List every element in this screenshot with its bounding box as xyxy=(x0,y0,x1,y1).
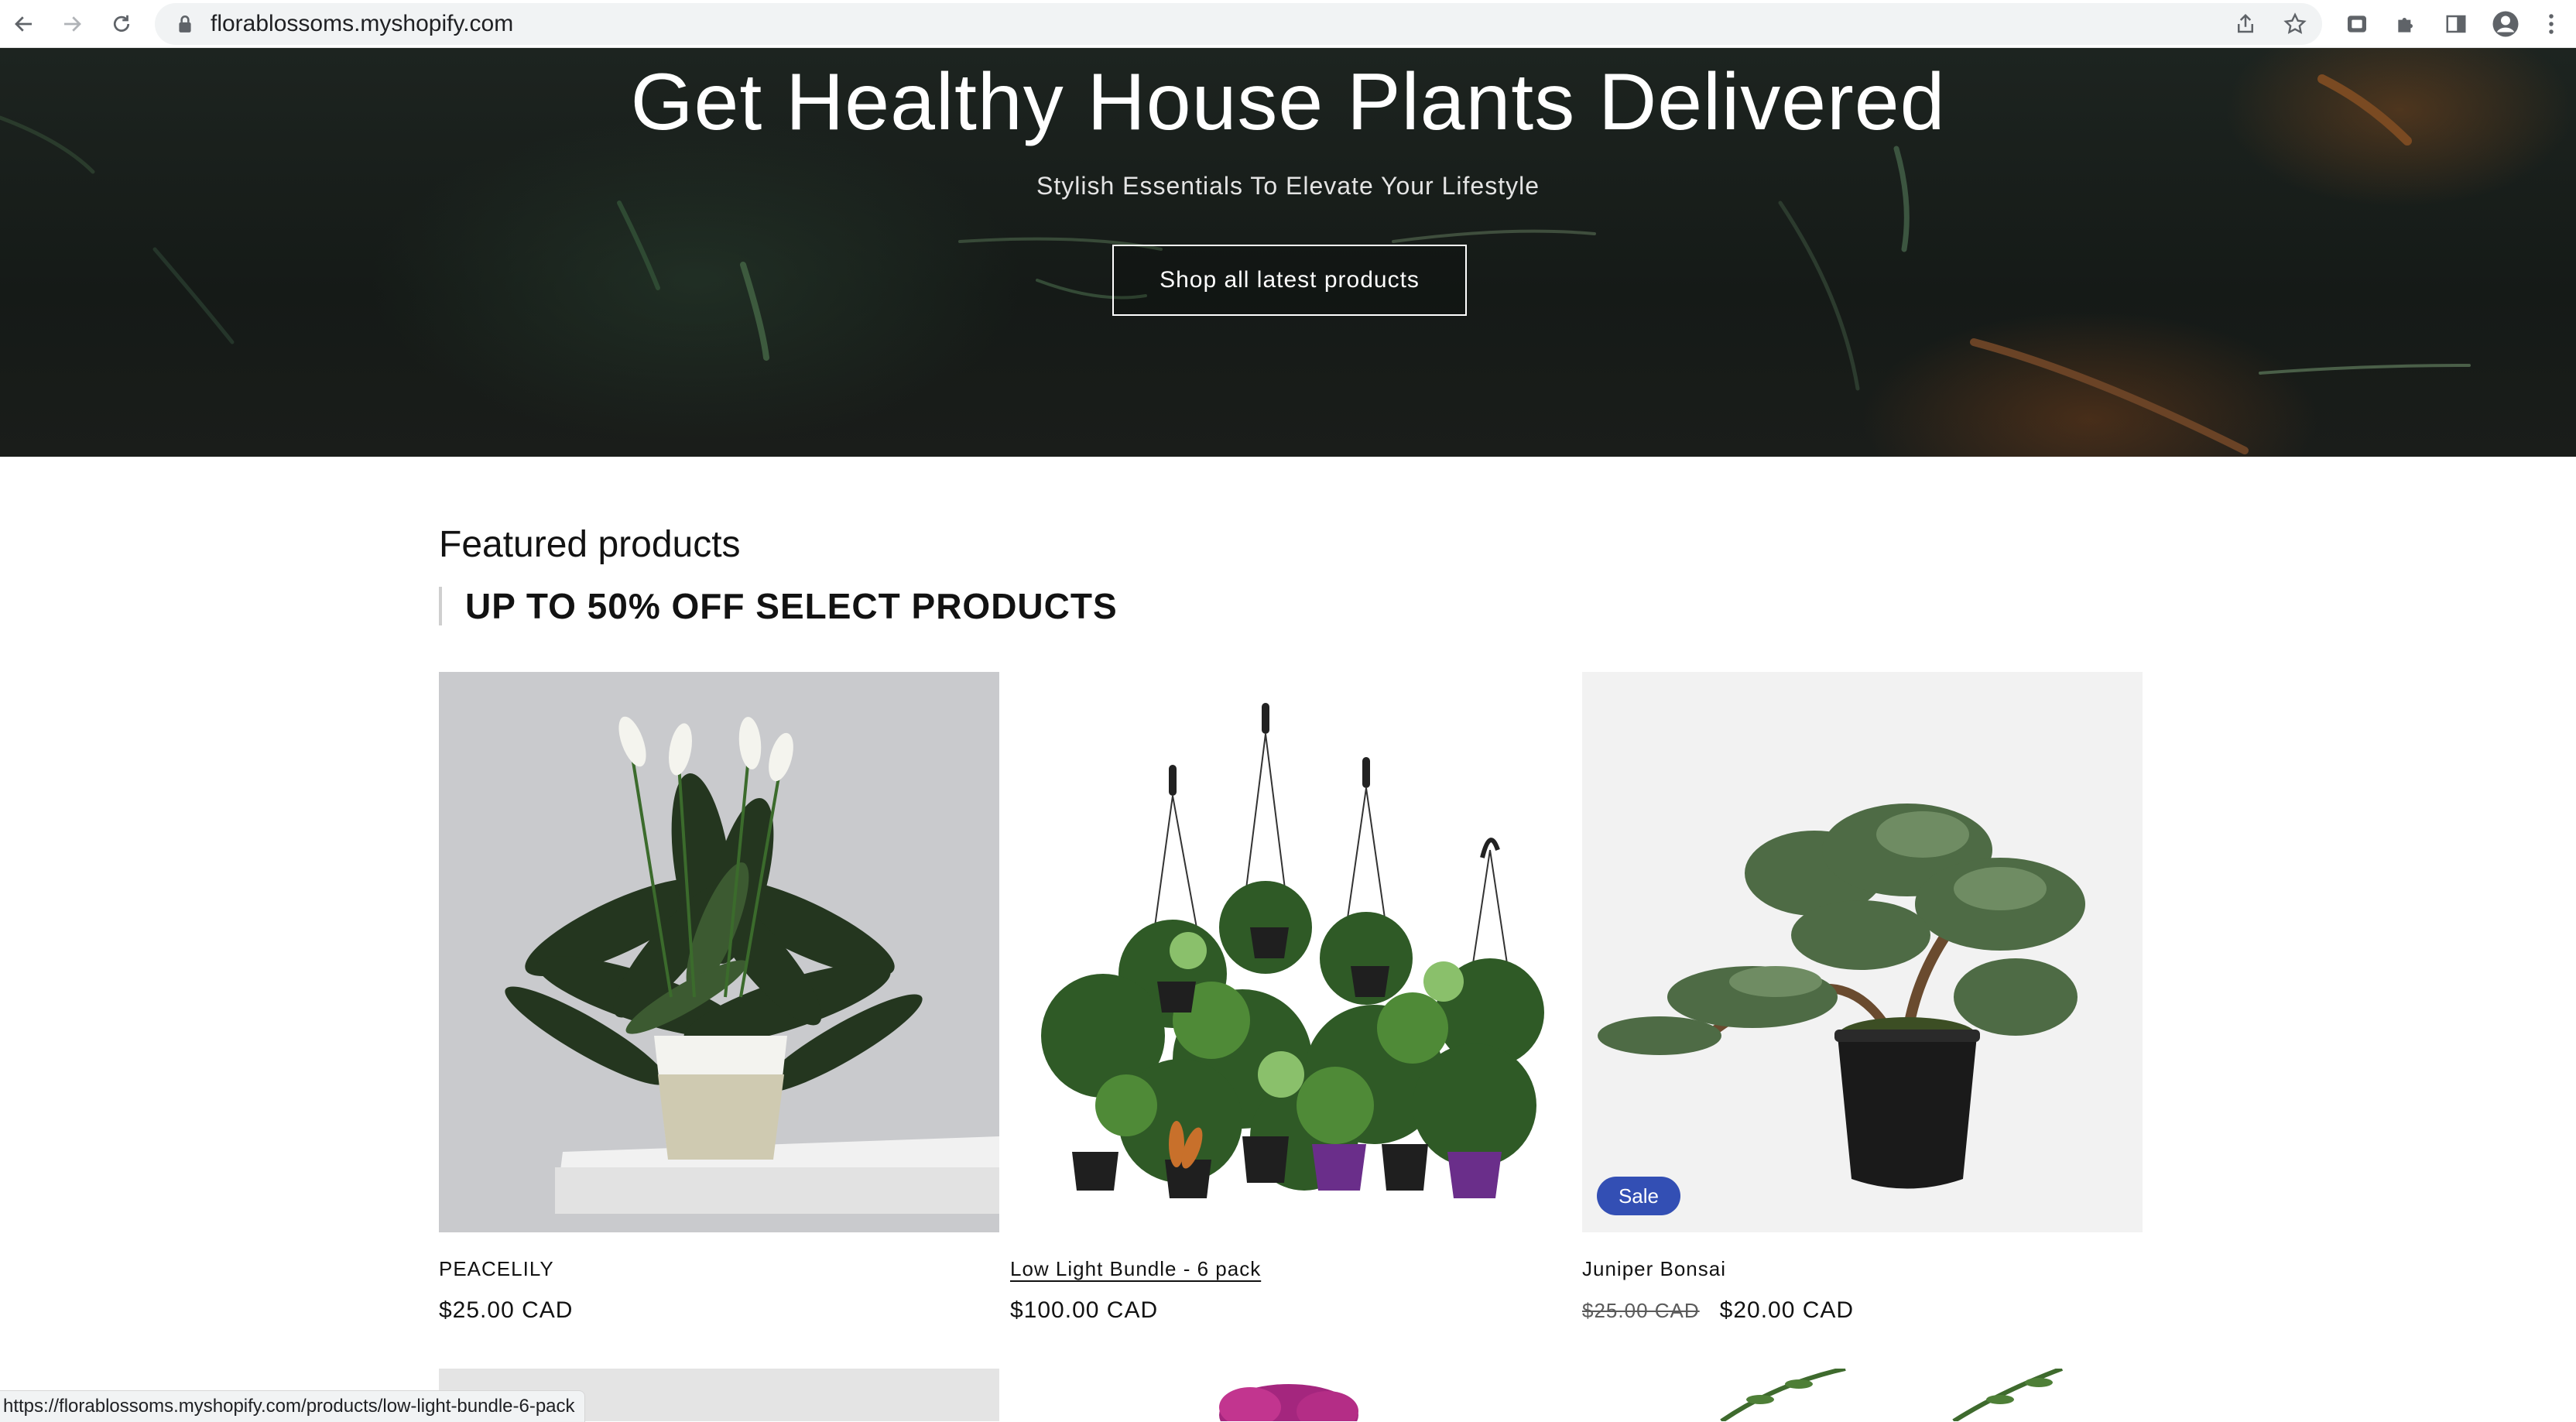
product-price-low-light-bundle: $100.00 CAD xyxy=(1010,1297,1159,1323)
browser-toolbar: florablossoms.myshopify.com xyxy=(0,0,2576,48)
forward-arrow-icon xyxy=(64,16,81,32)
product-image-row2-3[interactable] xyxy=(1582,1369,2143,1421)
star-icon xyxy=(2283,12,2307,34)
back-arrow-icon xyxy=(15,16,32,32)
featured-heading: Featured products xyxy=(439,524,741,565)
forward-button[interactable] xyxy=(53,5,91,43)
orchid-photo xyxy=(1219,1384,1358,1421)
sale-badge: Sale xyxy=(1597,1177,1680,1215)
back-button[interactable] xyxy=(5,5,43,43)
bookmark-button[interactable] xyxy=(2276,5,2314,43)
hero-subtitle: Stylish Essentials To Elevate Your Lifes… xyxy=(1036,172,1540,200)
url-text[interactable]: florablossoms.myshopify.com xyxy=(211,11,513,37)
extension-app-icon xyxy=(2348,15,2366,33)
lock-icon xyxy=(179,15,191,33)
puzzle-icon xyxy=(2398,18,2413,33)
product-price-juniper-bonsai: $25.00 CAD $20.00 CAD xyxy=(1582,1297,1854,1324)
browser-menu-button[interactable] xyxy=(2536,5,2567,43)
product-image-low-light-bundle[interactable] xyxy=(1010,672,1571,1232)
plant-bundle-photo xyxy=(1010,672,1571,1232)
hero-title: Get Healthy House Plants Delivered xyxy=(630,57,1946,147)
original-price: $25.00 CAD xyxy=(1582,1299,1700,1322)
product-price-peacelily: $25.00 CAD xyxy=(439,1297,574,1323)
promo-banner: UP TO 50% OFF SELECT PRODUCTS xyxy=(439,587,1118,625)
product-name-low-light-bundle[interactable]: Low Light Bundle - 6 pack xyxy=(1010,1257,1261,1281)
fern-photo xyxy=(1720,1369,2064,1421)
product-image-row2-2[interactable] xyxy=(1010,1369,1571,1421)
reload-button[interactable] xyxy=(102,5,141,43)
more-vertical-icon xyxy=(2549,14,2554,34)
side-panel-icon xyxy=(2446,15,2466,33)
share-icon xyxy=(2238,13,2253,33)
link-status-bubble: https://florablossoms.myshopify.com/prod… xyxy=(0,1390,585,1422)
address-bar[interactable]: florablossoms.myshopify.com xyxy=(155,3,2322,45)
reload-icon xyxy=(113,15,130,32)
product-name-juniper-bonsai[interactable]: Juniper Bonsai xyxy=(1582,1257,1726,1281)
sale-price: $20.00 CAD xyxy=(1719,1297,1855,1323)
profile-button[interactable] xyxy=(2486,5,2525,43)
share-button[interactable] xyxy=(2226,5,2265,43)
product-image-peacelily[interactable] xyxy=(439,672,999,1232)
juniper-bonsai-photo xyxy=(1582,672,2143,1232)
side-panel-button[interactable] xyxy=(2437,5,2475,43)
product-image-juniper-bonsai[interactable] xyxy=(1582,672,2143,1232)
extensions-button[interactable] xyxy=(2387,5,2426,43)
peacelily-photo xyxy=(439,672,999,1232)
extension-shopify-button[interactable] xyxy=(2338,5,2376,43)
avatar-icon xyxy=(2492,11,2519,37)
hero-banner: Get Healthy House Plants Delivered Styli… xyxy=(0,48,2576,457)
product-name-peacelily[interactable]: PEACELILY xyxy=(439,1257,554,1281)
shop-all-button[interactable]: Shop all latest products xyxy=(1112,245,1467,316)
